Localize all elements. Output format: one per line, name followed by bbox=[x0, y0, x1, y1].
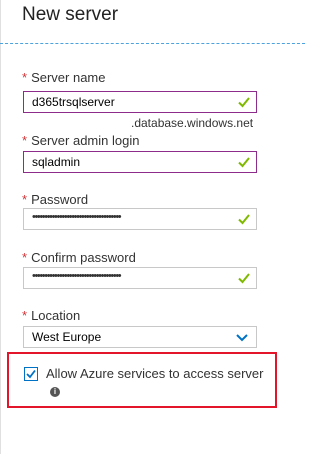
checkbox-check-icon bbox=[26, 369, 36, 379]
confirm-password-label: * Confirm password bbox=[22, 250, 136, 265]
server-name-label: * Server name bbox=[22, 70, 106, 85]
check-icon bbox=[238, 157, 250, 168]
location-label: * Location bbox=[22, 308, 81, 323]
blade-header: New server bbox=[0, 0, 305, 43]
admin-login-input[interactable]: sqladmin bbox=[23, 151, 257, 173]
allow-azure-services-checkbox[interactable] bbox=[24, 367, 38, 381]
location-value: West Europe bbox=[32, 330, 102, 344]
blade-left-border bbox=[0, 0, 1, 454]
location-select[interactable]: West Europe bbox=[23, 326, 257, 348]
confirm-password-input[interactable]: •••••••••••••••••••••••••••••••••••• bbox=[23, 267, 257, 289]
password-label: * Password bbox=[22, 192, 89, 207]
allow-azure-services-label[interactable]: Allow Azure services to access server bbox=[46, 366, 263, 381]
admin-login-label: * Server admin login bbox=[22, 133, 140, 148]
password-input[interactable]: •••••••••••••••••••••••••••••••••••• bbox=[23, 208, 257, 230]
required-marker: * bbox=[22, 133, 28, 148]
confirm-password-value: •••••••••••••••••••••••••••••••••••• bbox=[32, 270, 122, 282]
required-marker: * bbox=[22, 70, 28, 85]
chevron-down-icon bbox=[236, 334, 248, 342]
server-name-value: d365trsqlserver bbox=[32, 95, 115, 109]
header-divider bbox=[0, 43, 305, 44]
server-domain-suffix: .database.windows.net bbox=[131, 116, 254, 130]
server-name-input[interactable]: d365trsqlserver bbox=[23, 91, 257, 113]
info-icon[interactable]: i bbox=[50, 387, 60, 397]
required-marker: * bbox=[22, 308, 28, 323]
password-value: •••••••••••••••••••••••••••••••••••• bbox=[32, 211, 122, 223]
required-marker: * bbox=[22, 192, 28, 207]
check-icon bbox=[238, 273, 250, 284]
required-marker: * bbox=[22, 250, 28, 265]
admin-login-value: sqladmin bbox=[32, 155, 81, 169]
blade-title: New server bbox=[22, 4, 119, 25]
check-icon bbox=[238, 97, 250, 108]
check-icon bbox=[238, 214, 250, 225]
